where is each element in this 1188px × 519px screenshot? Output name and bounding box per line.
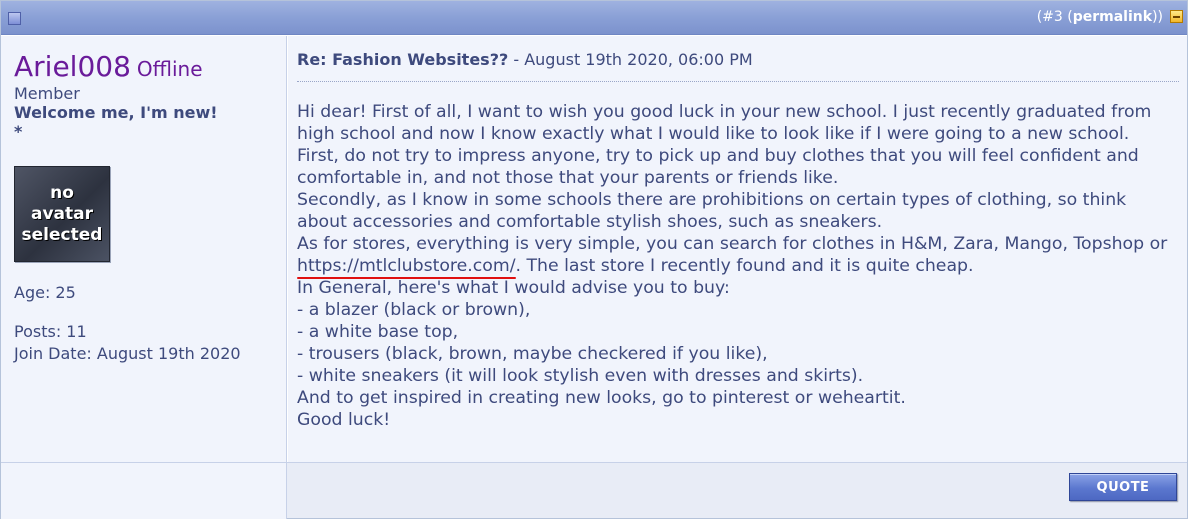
post-header-bar: (#3 (permalink)) — [1, 1, 1187, 35]
username[interactable]: Ariel008 — [14, 50, 131, 83]
avatar-placeholder-text: no avatar selected — [22, 183, 103, 246]
message-line: - trousers (black, brown, maybe checkere… — [297, 344, 768, 364]
message-line: First, do not try to impress anyone, try… — [297, 146, 1139, 188]
rank-star: * — [14, 122, 23, 141]
user-rank: Welcome me, I'm new! — [14, 103, 218, 122]
close-paren: )) — [1152, 9, 1163, 25]
message-line: - white sneakers (it will look stylish e… — [297, 366, 864, 386]
user-post-count: Posts: 11 — [14, 322, 87, 341]
message-panel: Re: Fashion Websites?? - August 19th 202… — [288, 36, 1187, 462]
post-icon — [8, 12, 21, 25]
store-link[interactable]: https://mtlclubstore.com/ — [297, 256, 516, 276]
username-line: Ariel008 Offline — [14, 50, 203, 83]
message-title: Re: Fashion Websites?? - August 19th 202… — [297, 50, 753, 69]
message-line-stores: As for stores, everything is very simple… — [297, 233, 1177, 277]
avatar[interactable]: no avatar selected — [14, 166, 110, 262]
avatar-text-line-3: selected — [21, 224, 103, 245]
title-divider — [297, 81, 1179, 82]
message-body: Hi dear! First of all, I want to wish yo… — [297, 101, 1177, 431]
online-status: Offline — [136, 57, 203, 81]
title-separator: - — [508, 50, 525, 69]
stores-text-after: . The last store I recently found and it… — [515, 256, 974, 276]
post-number-text: (#3 — [1036, 9, 1063, 25]
avatar-text-line-1: no — [50, 182, 74, 203]
forum-post: (#3 (permalink)) Ariel008 Offline Member … — [0, 0, 1188, 519]
message-line: - a white base top, — [297, 322, 459, 342]
message-line: - a blazer (black or brown), — [297, 300, 531, 320]
post-footer: QUOTE — [1, 462, 1187, 519]
permalink-link[interactable]: permalink — [1073, 9, 1152, 25]
user-title: Member — [14, 84, 80, 103]
message-subject: Re: Fashion Websites?? — [297, 50, 509, 69]
collapse-icon[interactable] — [1170, 10, 1183, 23]
user-age: Age: 25 — [14, 283, 76, 302]
message-line: In General, here's what I would advise y… — [297, 278, 730, 298]
message-line: Good luck! — [297, 410, 391, 430]
quote-button[interactable]: QUOTE — [1069, 473, 1177, 501]
user-join-date: Join Date: August 19th 2020 — [14, 344, 241, 363]
message-line: And to get inspired in creating new look… — [297, 388, 906, 408]
message-date: August 19th 2020, 06:00 PM — [524, 50, 753, 69]
footer-user-cell — [1, 463, 287, 519]
avatar-text-line-2: avatar — [30, 203, 93, 224]
message-line: Hi dear! First of all, I want to wish yo… — [297, 102, 1152, 144]
user-info-panel: Ariel008 Offline Member Welcome me, I'm n… — [1, 36, 287, 462]
message-line: Secondly, as I know in some schools ther… — [297, 190, 1127, 232]
stores-text-before: As for stores, everything is very simple… — [297, 234, 1168, 254]
post-number: (#3 (permalink)) — [1036, 9, 1163, 25]
